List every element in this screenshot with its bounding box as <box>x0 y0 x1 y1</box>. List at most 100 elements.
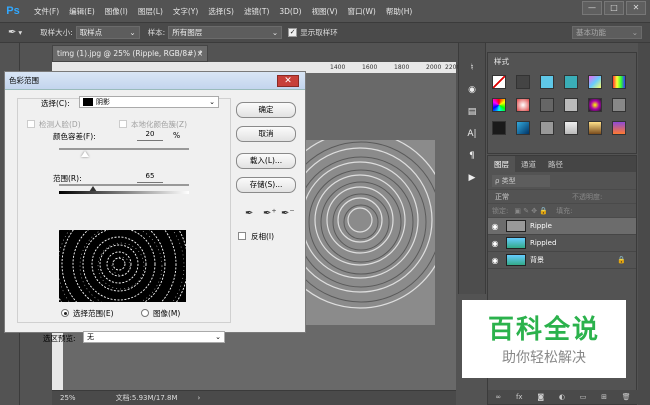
photoshop-logo: Ps <box>6 5 20 17</box>
selection-preview[interactable] <box>59 230 186 302</box>
layer-filter-select[interactable]: ρ 类型 <box>492 174 550 187</box>
ruler-tick: 2000 <box>426 64 442 71</box>
visibility-eye-icon[interactable]: ◉ <box>488 222 502 231</box>
layer-ripple[interactable]: ◉ Ripple <box>488 218 636 235</box>
paragraph-icon[interactable]: ¶ <box>462 147 482 165</box>
eyedropper-icon[interactable]: ✒ <box>245 208 253 219</box>
style-swatch[interactable] <box>588 121 602 135</box>
trash-icon[interactable]: 🗑 <box>622 393 631 401</box>
tab-styles[interactable]: 样式 <box>488 53 515 70</box>
zoom-level[interactable]: 25% <box>60 394 76 402</box>
mask-icon[interactable]: ◙ <box>537 393 544 401</box>
eyedropper-plus-icon[interactable]: ✒⁺ <box>263 208 277 219</box>
fuzziness-slider[interactable] <box>59 148 189 150</box>
select-dropdown[interactable]: 阴影 ⌄ <box>79 96 219 108</box>
menu-filter[interactable]: 滤镜(T) <box>244 6 269 17</box>
menu-layer[interactable]: 图层(L) <box>138 6 163 17</box>
style-swatch[interactable] <box>588 75 602 89</box>
style-swatch-none[interactable] <box>492 75 506 89</box>
right-panel-scrollbar[interactable] <box>638 43 650 405</box>
dialog-title: 色彩范围 <box>9 76 39 85</box>
blend-mode-select[interactable]: 正常 <box>492 192 550 202</box>
menu-window[interactable]: 窗口(W) <box>348 6 376 17</box>
visibility-eye-icon[interactable]: ◉ <box>488 239 502 248</box>
style-swatch[interactable] <box>540 98 554 112</box>
fx-icon[interactable]: fx <box>516 393 523 401</box>
load-button[interactable]: 载入(L)... <box>236 153 296 169</box>
menu-help[interactable]: 帮助(H) <box>386 6 413 17</box>
character-icon[interactable]: A| <box>462 125 482 143</box>
style-swatch[interactable] <box>612 98 626 112</box>
restore-button[interactable]: □ <box>604 1 624 15</box>
sample-select[interactable]: 所有图层 ⌄ <box>168 26 283 39</box>
minimize-button[interactable]: — <box>582 1 602 15</box>
dialog-close-button[interactable]: ✕ <box>277 75 299 87</box>
save-button[interactable]: 存储(S)... <box>236 177 296 193</box>
lock-label: 锁定: <box>492 206 509 215</box>
tab-close-icon[interactable]: × <box>197 46 203 61</box>
layer-background[interactable]: ◉ 背景 🔒 <box>488 252 636 269</box>
play-icon[interactable]: ▶ <box>462 169 482 187</box>
tab-paths[interactable]: 路径 <box>542 156 569 172</box>
selection-radio[interactable] <box>61 309 69 317</box>
fuzziness-slider-knob[interactable] <box>81 151 89 157</box>
localized-clusters-checkbox[interactable] <box>119 120 127 128</box>
menu-type[interactable]: 文字(Y) <box>173 6 198 17</box>
style-swatch[interactable] <box>516 75 530 89</box>
history-icon[interactable]: ♮ <box>462 59 482 77</box>
style-swatch[interactable] <box>492 121 506 135</box>
range-input[interactable]: 65 <box>137 172 163 183</box>
menu-3d[interactable]: 3D(D) <box>279 7 301 16</box>
workspace-select[interactable]: 基本功能 ⌄ <box>572 26 642 39</box>
range-slider[interactable] <box>59 184 189 186</box>
style-swatch[interactable] <box>540 75 554 89</box>
tab-channels[interactable]: 通道 <box>515 156 542 172</box>
style-swatch[interactable] <box>516 98 530 112</box>
folder-icon[interactable]: ▭ <box>580 393 587 401</box>
eyedropper-minus-icon[interactable]: ✒⁻ <box>281 208 295 219</box>
visibility-eye-icon[interactable]: ◉ <box>488 256 502 265</box>
new-layer-icon[interactable]: ⊞ <box>601 393 607 401</box>
cancel-button[interactable]: 取消 <box>236 126 296 142</box>
ok-button[interactable]: 确定 <box>236 102 296 118</box>
status-menu-arrow-icon[interactable]: › <box>198 394 201 402</box>
tab-layers[interactable]: 图层 <box>488 156 515 172</box>
dialog-title-bar[interactable]: 色彩范围 <box>5 72 305 90</box>
eyedropper-tool-icon[interactable]: ✒ <box>8 27 16 38</box>
selection-preview-select[interactable]: 无 ⌄ <box>83 331 225 343</box>
style-swatch[interactable] <box>492 98 506 112</box>
style-swatch[interactable] <box>516 121 530 135</box>
fuzziness-input[interactable]: 20 <box>137 130 163 141</box>
lock-icons[interactable]: ▣ ✎ ✥ 🔒 <box>514 207 548 215</box>
style-swatch[interactable] <box>612 75 626 89</box>
workspace-value: 基本功能 <box>576 28 606 37</box>
style-swatches <box>488 70 636 140</box>
link-icon[interactable]: ∞ <box>495 393 501 401</box>
menu-select[interactable]: 选择(S) <box>208 6 234 17</box>
styles-panel: 样式 <box>487 52 637 154</box>
document-tab[interactable]: timg (1).jpg @ 25% (Ripple, RGB/8#) * × <box>52 45 208 62</box>
detect-faces-checkbox[interactable] <box>27 120 35 128</box>
properties-icon[interactable]: ▤ <box>462 103 482 121</box>
show-ring-checkbox[interactable]: ✓ <box>288 28 298 37</box>
menu-image[interactable]: 图像(I) <box>105 6 128 17</box>
menu-file[interactable]: 文件(F) <box>34 6 59 17</box>
tool-preset-chevron-icon[interactable]: ▾ <box>18 28 22 37</box>
style-swatch[interactable] <box>540 121 554 135</box>
layer-rippled[interactable]: ◉ Rippled <box>488 235 636 252</box>
sample-value: 所有图层 <box>172 28 203 37</box>
style-swatch[interactable] <box>588 98 602 112</box>
invert-checkbox[interactable] <box>238 232 246 240</box>
menu-edit[interactable]: 编辑(E) <box>69 6 95 17</box>
style-swatch[interactable] <box>564 75 578 89</box>
menu-view[interactable]: 视图(V) <box>312 6 338 17</box>
adjustments-icon[interactable]: ◉ <box>462 81 482 99</box>
range-gradient-bar <box>59 191 189 194</box>
image-radio[interactable] <box>141 309 149 317</box>
adjustment-icon[interactable]: ◐ <box>559 393 565 401</box>
style-swatch[interactable] <box>564 98 578 112</box>
style-swatch[interactable] <box>612 121 626 135</box>
close-button[interactable]: ✕ <box>626 1 646 15</box>
style-swatch[interactable] <box>564 121 578 135</box>
sample-size-select[interactable]: 取样点 ⌄ <box>75 26 140 39</box>
